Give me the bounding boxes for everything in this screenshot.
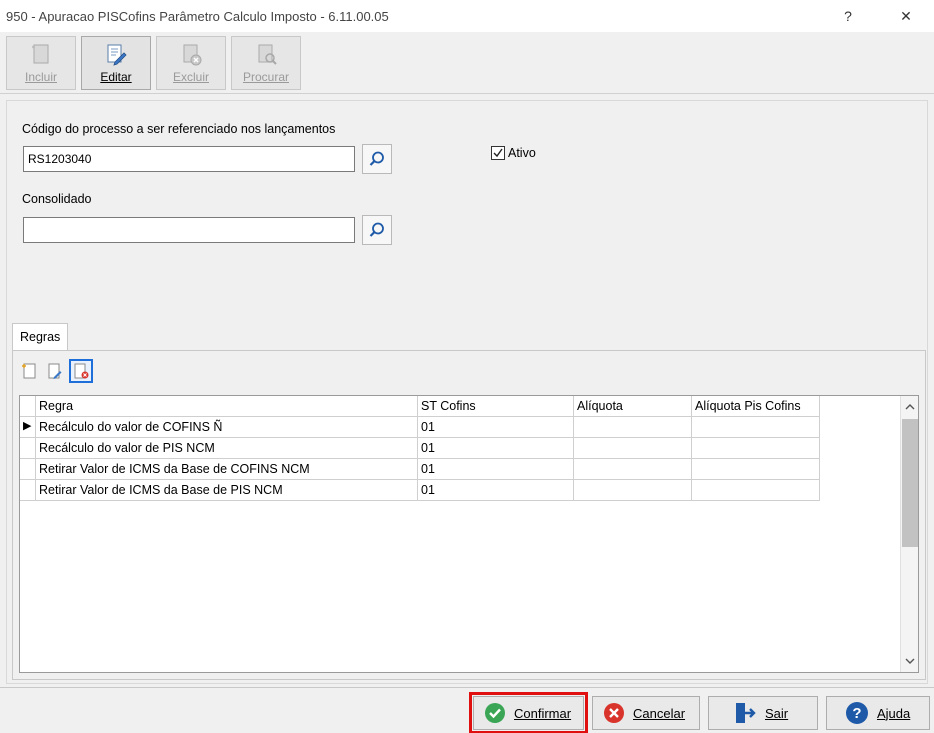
cell-aliquota-pis-cofins[interactable] bbox=[692, 480, 820, 501]
confirmar-label: Confirmar bbox=[514, 705, 572, 721]
checkmark-icon bbox=[493, 148, 503, 158]
table-row[interactable]: Retirar Valor de ICMS da Base de COFINS … bbox=[20, 459, 820, 480]
scroll-down-arrow-icon[interactable] bbox=[901, 652, 919, 670]
checkbox-box[interactable] bbox=[491, 146, 505, 160]
cell-regra[interactable]: Retirar Valor de ICMS da Base de PIS NCM bbox=[36, 480, 418, 501]
row-pointer-icon: ▶ bbox=[23, 420, 32, 432]
column-header-aliquota[interactable]: Alíquota bbox=[574, 396, 692, 417]
search-document-icon bbox=[258, 44, 277, 65]
delete-document-icon bbox=[74, 363, 89, 379]
row-indicator bbox=[20, 438, 36, 459]
cell-aliquota[interactable] bbox=[574, 480, 692, 501]
cell-regra[interactable]: Recálculo do valor de PIS NCM bbox=[36, 438, 418, 459]
search-icon bbox=[369, 222, 384, 237]
incluir-label: Incluir bbox=[24, 70, 57, 84]
rules-grid: Regra ST Cofins Alíquota Alíquota Pis Co… bbox=[19, 395, 919, 673]
cell-aliquota[interactable] bbox=[574, 459, 692, 480]
procurar-label: Procurar bbox=[242, 70, 289, 84]
cell-st-cofins[interactable]: 01 bbox=[418, 438, 574, 459]
scrollbar-thumb[interactable] bbox=[902, 419, 918, 547]
ajuda-button[interactable]: ? Ajuda bbox=[826, 696, 930, 730]
ativo-label: Ativo bbox=[508, 146, 536, 160]
scroll-up-arrow-icon[interactable] bbox=[901, 398, 919, 416]
grid-vertical-scrollbar[interactable] bbox=[900, 396, 918, 672]
cell-aliquota-pis-cofins[interactable] bbox=[692, 459, 820, 480]
cell-regra[interactable]: Recálculo do valor de COFINS Ñ bbox=[36, 417, 418, 438]
row-indicator-header bbox=[20, 396, 36, 417]
editar-button[interactable]: Editar bbox=[81, 36, 151, 90]
tab-regras[interactable]: Regras bbox=[12, 323, 69, 351]
add-rule-button[interactable] bbox=[17, 359, 41, 383]
codigo-label: Código do processo a ser referenciado no… bbox=[22, 122, 336, 136]
sair-label: Sair bbox=[765, 705, 789, 721]
consolidado-label: Consolidado bbox=[22, 192, 92, 206]
cell-st-cofins[interactable]: 01 bbox=[418, 459, 574, 480]
table-row[interactable]: Retirar Valor de ICMS da Base de PIS NCM… bbox=[20, 480, 820, 501]
confirmar-button[interactable]: Confirmar bbox=[469, 692, 588, 733]
cell-aliquota-pis-cofins[interactable] bbox=[692, 417, 820, 438]
current-row-indicator: ▶ bbox=[20, 417, 36, 438]
search-icon bbox=[369, 151, 384, 166]
cell-aliquota[interactable] bbox=[574, 438, 692, 459]
ativo-checkbox[interactable]: Ativo bbox=[491, 146, 536, 160]
exit-door-icon bbox=[736, 703, 756, 723]
bottom-button-bar: Confirmar Cancelar Sair ? Ajuda bbox=[0, 687, 934, 733]
incluir-button[interactable]: Incluir bbox=[6, 36, 76, 90]
edit-document-icon bbox=[107, 44, 127, 66]
row-indicator bbox=[20, 459, 36, 480]
cancelar-button[interactable]: Cancelar bbox=[592, 696, 700, 730]
row-indicator bbox=[20, 480, 36, 501]
cell-regra[interactable]: Retirar Valor de ICMS da Base de COFINS … bbox=[36, 459, 418, 480]
column-header-aliquota-pis-cofins[interactable]: Alíquota Pis Cofins bbox=[692, 396, 820, 417]
cell-aliquota[interactable] bbox=[574, 417, 692, 438]
title-bar: 950 - Apuracao PISCofins Parâmetro Calcu… bbox=[0, 0, 934, 32]
table-row[interactable]: ▶ Recálculo do valor de COFINS Ñ 01 bbox=[20, 417, 820, 438]
cell-aliquota-pis-cofins[interactable] bbox=[692, 438, 820, 459]
main-toolbar: Incluir Editar Excluir Procurar bbox=[0, 32, 934, 94]
cancel-circle-icon bbox=[604, 703, 624, 723]
delete-document-icon bbox=[183, 44, 202, 66]
delete-rule-button[interactable] bbox=[69, 359, 93, 383]
consolidado-lookup-button[interactable] bbox=[362, 215, 392, 245]
consolidado-input[interactable] bbox=[23, 217, 355, 243]
help-window-button[interactable]: ? bbox=[825, 0, 871, 32]
codigo-input[interactable] bbox=[23, 146, 355, 172]
check-circle-icon bbox=[485, 703, 505, 723]
table-row[interactable]: Recálculo do valor de PIS NCM 01 bbox=[20, 438, 820, 459]
column-header-st-cofins[interactable]: ST Cofins bbox=[418, 396, 574, 417]
regras-tab-panel: Regra ST Cofins Alíquota Alíquota Pis Co… bbox=[12, 350, 926, 680]
excluir-button[interactable]: Excluir bbox=[156, 36, 226, 90]
sair-button[interactable]: Sair bbox=[708, 696, 818, 730]
edit-rule-button[interactable] bbox=[43, 359, 67, 383]
cell-st-cofins[interactable]: 01 bbox=[418, 417, 574, 438]
add-document-icon bbox=[22, 363, 36, 379]
cell-st-cofins[interactable]: 01 bbox=[418, 480, 574, 501]
excluir-label: Excluir bbox=[172, 70, 209, 84]
ajuda-label: Ajuda bbox=[877, 705, 911, 721]
add-document-icon bbox=[32, 44, 49, 64]
codigo-lookup-button[interactable] bbox=[362, 144, 392, 174]
cancelar-label: Cancelar bbox=[633, 705, 686, 721]
edit-document-icon bbox=[48, 363, 62, 379]
window-title: 950 - Apuracao PISCofins Parâmetro Calcu… bbox=[6, 8, 389, 24]
editar-label: Editar bbox=[100, 70, 132, 84]
svg-text:?: ? bbox=[852, 705, 861, 722]
close-window-button[interactable]: ✕ bbox=[883, 0, 929, 32]
grid-header-row: Regra ST Cofins Alíquota Alíquota Pis Co… bbox=[20, 396, 820, 417]
column-header-regra[interactable]: Regra bbox=[36, 396, 418, 417]
procurar-button[interactable]: Procurar bbox=[231, 36, 301, 90]
help-circle-icon: ? bbox=[846, 702, 868, 724]
